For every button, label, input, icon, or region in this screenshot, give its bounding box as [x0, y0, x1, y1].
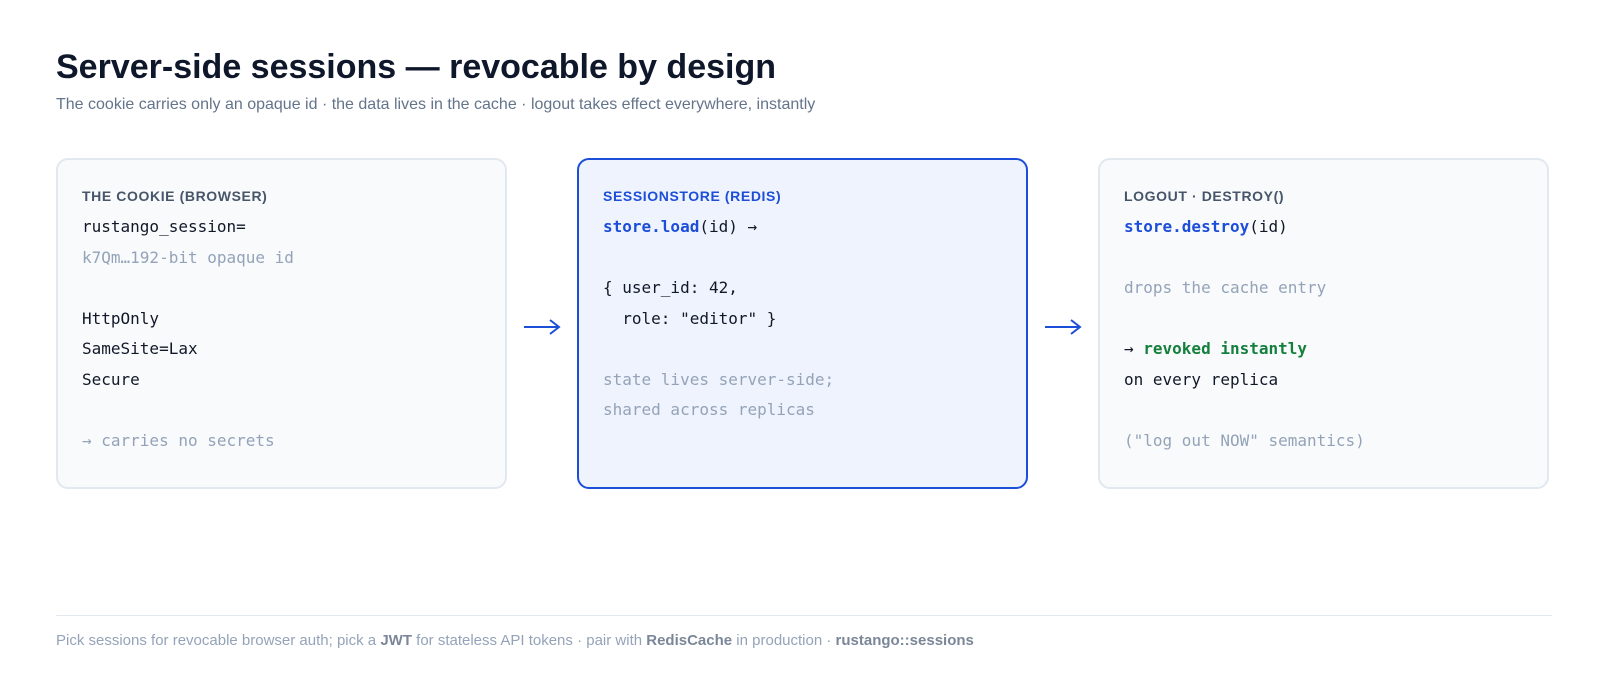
arrow-right-icon [524, 319, 561, 335]
footer-module: rustango::sessions [835, 632, 974, 649]
cookie-note-line: → carries no secrets [82, 430, 275, 450]
cookie-flag-httponly: HttpOnly [82, 308, 160, 328]
cookie-flag-secure: Secure [82, 369, 140, 389]
logout-note-line: drops the cache entry [1124, 278, 1327, 297]
revoked-line: → revoked instantly [1124, 334, 1523, 365]
store-load-fn: store.load [603, 217, 700, 236]
arrow-right-icon [1045, 319, 1082, 335]
cookie-name-line: rustango_session= [82, 217, 246, 236]
store-note-line-2: shared across replicas [603, 400, 815, 419]
logout-card-title: LOGOUT · DESTROY() [1124, 188, 1285, 204]
cookie-flag-samesite: SameSite=Lax [82, 339, 198, 358]
footer-text-3: in production · [732, 632, 836, 649]
footer-text-2: for stateless API tokens · pair with [411, 632, 647, 649]
store-destroy-fn: store.destroy [1124, 217, 1250, 236]
sessionstore-card: SESSIONSTORE (REDIS) store.load(id) → { … [577, 158, 1028, 489]
store-load-args: (id) → [699, 217, 758, 236]
logout-card-body: store.destroy(id) drops the cache entry … [1124, 212, 1523, 456]
page-subtitle: The cookie carries only an opaque id · t… [56, 96, 816, 113]
store-load-line: store.load(id) → [603, 212, 1002, 243]
footer-text-1: Pick sessions for revocable browser auth… [56, 632, 381, 649]
footer-jwt: JWT [380, 632, 412, 649]
cookie-card-body: rustango_session= k7Qm…192-bit opaque id… [82, 212, 481, 456]
page: Server-side sessions — revocable by desi… [0, 0, 1600, 680]
logout-card: LOGOUT · DESTROY() store.destroy(id) dro… [1098, 158, 1549, 489]
sessionstore-card-title: SESSIONSTORE (REDIS) [603, 188, 782, 204]
replica-line: on every replica [1124, 369, 1279, 389]
cookie-card: THE COOKIE (BROWSER) rustango_session= k… [56, 158, 507, 489]
store-destroy-args: (id) [1249, 217, 1288, 236]
semantics-line: ("log out NOW" semantics) [1124, 430, 1365, 450]
revoked-arrow: → [1124, 339, 1144, 358]
cookie-card-title: THE COOKIE (BROWSER) [82, 188, 268, 204]
footer-rediscache: RedisCache [646, 632, 733, 649]
footer-note: Pick sessions for revocable browser auth… [56, 632, 974, 649]
page-title: Server-side sessions — revocable by desi… [56, 48, 776, 86]
session-data-line-2: role: "editor" } [603, 308, 777, 328]
session-data-line-1: { user_id: 42, [603, 278, 738, 297]
store-note-line-1: state lives server-side; [603, 369, 835, 389]
footer-divider [56, 615, 1552, 616]
cookie-value-line: k7Qm…192-bit opaque id [82, 247, 294, 267]
store-destroy-line: store.destroy(id) [1124, 212, 1523, 243]
sessionstore-card-body: store.load(id) → { user_id: 42, role: "e… [603, 212, 1002, 426]
revoked-status: revoked instantly [1143, 339, 1308, 358]
